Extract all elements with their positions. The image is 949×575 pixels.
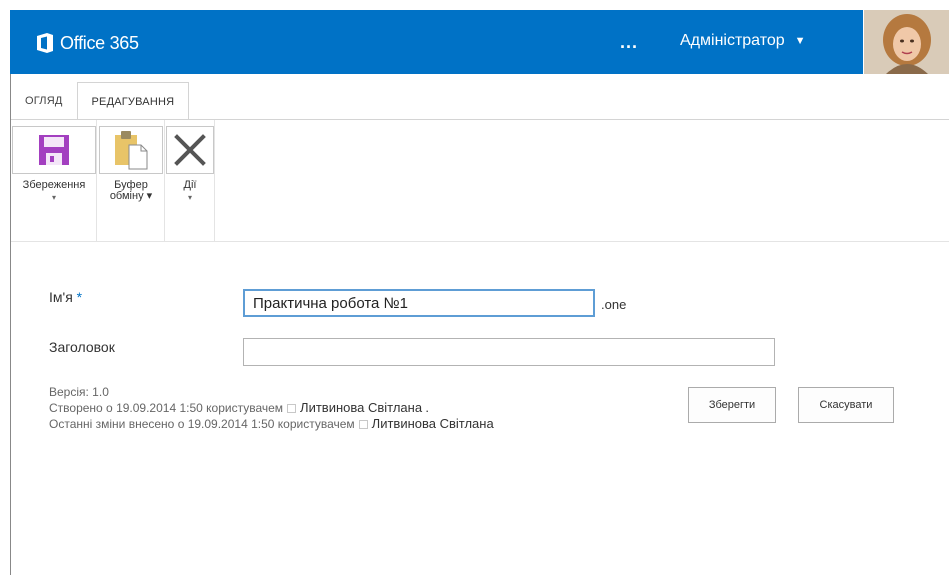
properties-form: Ім'я * .one Заголовок Версія: 1.0 Створе… bbox=[11, 243, 949, 575]
version-info: Версія: 1.0 Створено о 19.09.2014 1:50 к… bbox=[49, 385, 494, 432]
ribbon-group-clipboard: Буфер обміну ▾ bbox=[97, 120, 165, 242]
save-icon bbox=[39, 135, 69, 165]
save-button[interactable]: Зберегти bbox=[688, 387, 776, 423]
presence-icon bbox=[358, 420, 368, 429]
required-marker: * bbox=[76, 289, 83, 305]
created-text: Створено о 19.09.2014 1:50 користувачем bbox=[49, 401, 284, 415]
ribbon: Збереження ▾ Буфер обміну ▾ Дії ▾ bbox=[11, 120, 949, 242]
cancel-button[interactable]: Скасувати bbox=[798, 387, 894, 423]
version-text: Версія: 1.0 bbox=[49, 385, 109, 399]
chevron-down-icon: ▼ bbox=[794, 35, 806, 47]
user-menu[interactable]: Адміністратор ▼ bbox=[680, 32, 806, 50]
file-extension: .one bbox=[601, 297, 627, 312]
avatar[interactable] bbox=[863, 10, 949, 74]
created-suffix: . bbox=[425, 400, 430, 415]
actions-ribbon-button[interactable]: Дії ▾ bbox=[165, 126, 215, 202]
presence-icon bbox=[287, 404, 297, 413]
ribbon-group-save: Збереження ▾ bbox=[11, 120, 97, 242]
office-logo-icon bbox=[37, 33, 53, 53]
name-input[interactable] bbox=[243, 289, 595, 317]
save-icon-box bbox=[12, 126, 96, 174]
modified-text: Останні зміни внесено о 19.09.2014 1:50 … bbox=[49, 417, 355, 431]
clipboard-ribbon-label: Буфер обміну ▾ bbox=[110, 180, 152, 202]
clipboard-ribbon-button[interactable]: Буфер обміну ▾ bbox=[99, 126, 163, 202]
suite-bar: Office 365 ... Адміністратор ▼ bbox=[10, 10, 949, 74]
title-input[interactable] bbox=[243, 338, 775, 366]
dropdown-arrow-icon: ▾ bbox=[187, 193, 192, 202]
dropdown-arrow-icon: ▾ bbox=[146, 190, 153, 202]
dropdown-arrow-icon: ▾ bbox=[51, 193, 56, 202]
user-name: Адміністратор bbox=[680, 32, 785, 49]
office-365-logo[interactable]: Office 365 bbox=[36, 30, 139, 56]
modified-author-link[interactable]: Литвинова Світлана bbox=[372, 416, 494, 431]
clipboard-label-line2: обміну bbox=[109, 190, 144, 202]
ribbon-tabs: ОГЛЯД РЕДАГУВАННЯ bbox=[11, 82, 190, 120]
clipboard-icon bbox=[115, 131, 148, 170]
clipboard-icon-box bbox=[99, 126, 163, 174]
save-ribbon-label: Збереження bbox=[22, 179, 86, 191]
created-info: Створено о 19.09.2014 1:50 користувачем Л… bbox=[49, 400, 494, 416]
brand-name: Office 365 bbox=[60, 32, 139, 53]
modified-info: Останні зміни внесено о 19.09.2014 1:50 … bbox=[49, 416, 494, 432]
name-label-text: Ім'я bbox=[49, 289, 73, 305]
tab-overview[interactable]: ОГЛЯД bbox=[11, 82, 77, 120]
save-ribbon-button[interactable]: Збереження ▾ bbox=[11, 126, 97, 202]
title-label: Заголовок bbox=[49, 339, 115, 355]
more-options-button[interactable]: ... bbox=[620, 32, 638, 53]
name-label: Ім'я * bbox=[49, 289, 82, 305]
delete-icon-box bbox=[166, 126, 214, 174]
created-author-link[interactable]: Литвинова Світлана bbox=[300, 400, 422, 415]
ribbon-group-actions: Дії ▾ bbox=[165, 120, 215, 242]
tab-edit[interactable]: РЕДАГУВАННЯ bbox=[76, 82, 190, 120]
delete-icon bbox=[174, 134, 206, 166]
user-photo-icon bbox=[864, 10, 949, 74]
actions-ribbon-label: Дії bbox=[183, 179, 197, 191]
